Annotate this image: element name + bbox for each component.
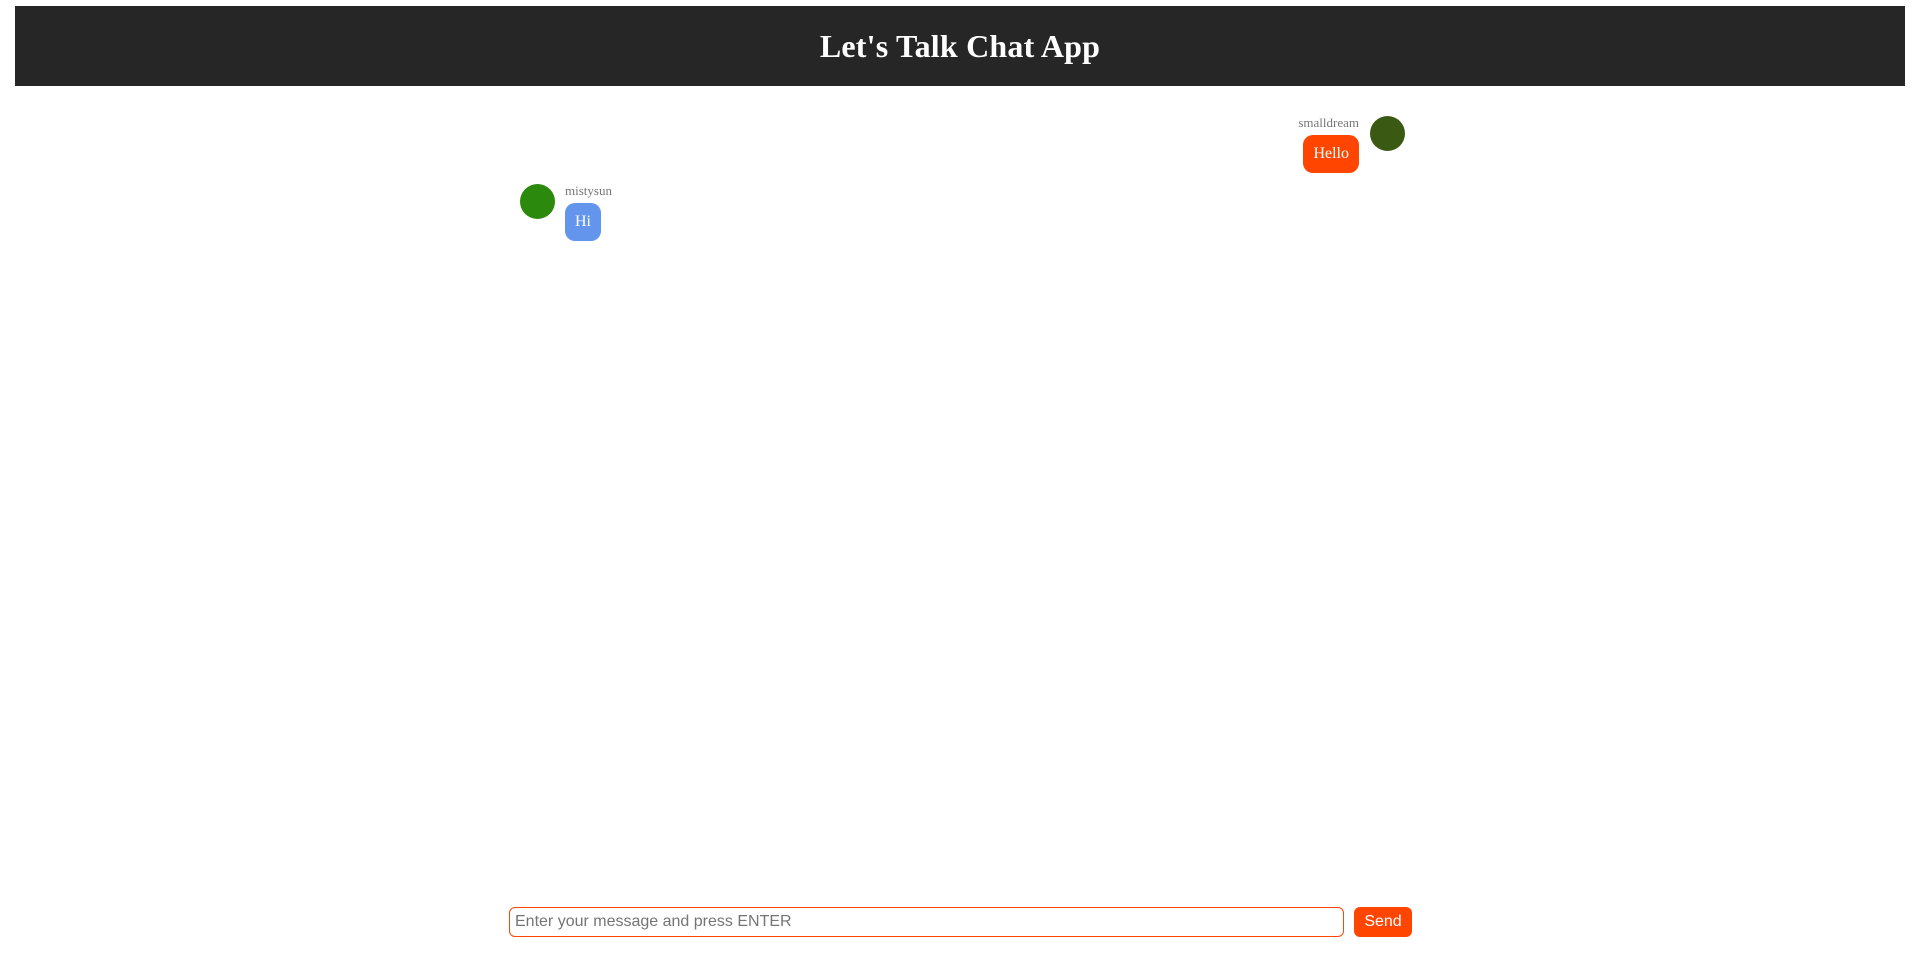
send-button[interactable]: Send [1354,906,1412,937]
app-title: Let's Talk Chat App [819,27,1101,64]
message-input[interactable] [509,906,1344,937]
message-item-outgoing: smalldream Hello [1298,116,1405,173]
chat-app: Let's Talk Chat App smalldream Hello mis… [0,0,1915,963]
message-list: smalldream Hello mistysun Hi [510,110,1405,890]
user-avatar [520,184,555,219]
message-bubble: Hi [565,203,601,241]
message-composer: Send [509,906,1412,937]
user-avatar [1370,116,1405,151]
message-body: mistysun Hi [565,184,612,241]
message-username: smalldream [1298,115,1359,130]
message-username: mistysun [565,183,612,198]
message-bubble: Hello [1303,135,1359,173]
app-header: Let's Talk Chat App [15,6,1905,86]
message-body: smalldream Hello [1298,116,1359,173]
message-item-incoming: mistysun Hi [520,184,612,241]
